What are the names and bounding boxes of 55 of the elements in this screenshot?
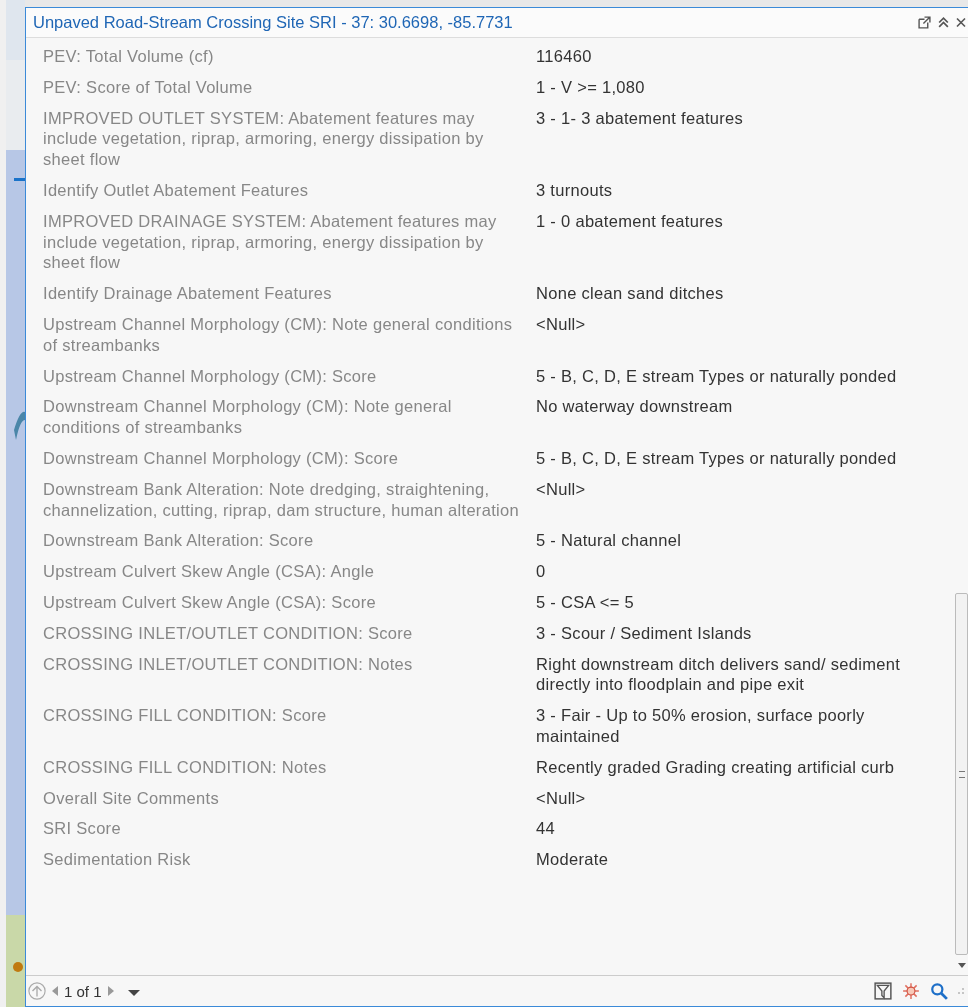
field-value: 3 - Fair - Up to 50% erosion, surface poorly maintained [536, 705, 866, 747]
field-value: Recently graded Grading creating artificial curb [536, 756, 896, 778]
field-value: No waterway downstream [536, 396, 734, 418]
field-value: 1 - 0 abatement features [536, 210, 724, 232]
field-value: <Null> [536, 478, 587, 500]
field-value: 3 - Scour / Sediment Islands [536, 622, 753, 644]
scroll-down-icon[interactable] [957, 963, 966, 969]
filter-icon[interactable] [874, 982, 892, 1000]
field-value: 0 [536, 561, 547, 582]
field-value: 116460 [536, 46, 593, 67]
caret-icon[interactable] [127, 990, 140, 997]
resize-grip-icon[interactable] [958, 988, 964, 994]
field-value: 3 - 1- 3 abatement features [536, 107, 745, 129]
field-label: Upstream Culvert Skew Angle (CSA): Angle [43, 561, 376, 582]
field-value: Moderate [536, 849, 610, 870]
field-label: Upstream Culvert Skew Angle (CSA): Score [43, 591, 377, 613]
field-value: Right downstream ditch delivers sand/ sediment directly into floodplain and pipe exit [536, 653, 902, 696]
field-label: Upstream Channel Morphology (CM): Note general conditions of streambanks [43, 313, 514, 356]
field-value: 5 - Natural channel [536, 530, 683, 552]
field-label: Downstream Channel Morphology (CM): Score [43, 447, 400, 469]
field-value: 3 turnouts [536, 180, 614, 201]
field-value: <Null> [536, 787, 587, 809]
field-value: 1 - V >= 1,080 [536, 76, 646, 98]
field-label: Overall Site Comments [43, 787, 220, 809]
field-label: IMPROVED OUTLET SYSTEM: Abatement features may include vegetation, riprap, armoring, energy dissipation by sheet flow [43, 107, 485, 170]
scrollbar-thumb[interactable] [955, 593, 968, 955]
pop-out-icon[interactable] [918, 16, 931, 29]
field-label: Identify Drainage Abatement Features [43, 283, 333, 304]
field-value: 5 - B, C, D, E stream Types or naturally ponded [536, 365, 898, 387]
field-label: IMPROVED DRAINAGE SYSTEM: Abatement features may include vegetation, riprap, armoring, energy dissipation by sheet flow [43, 210, 498, 274]
previous-icon[interactable] [52, 986, 58, 996]
next-icon[interactable] [107, 986, 114, 996]
field-label: CROSSING FILL CONDITION: Notes [43, 756, 328, 778]
field-label: PEV: Total Volume (cf) [43, 46, 215, 67]
field-label: CROSSING FILL CONDITION: Score [43, 705, 328, 727]
collapse-icon[interactable] [937, 16, 950, 29]
field-label: Upstream Channel Morphology (CM): Score [43, 365, 378, 387]
window-title: Unpaved Road-Stream Crossing Site SRI - 37: 30.6698, -85.7731 [33, 13, 513, 32]
field-value: 44 [536, 818, 556, 840]
field-label: Downstream Bank Alteration: Score [43, 530, 315, 552]
field-label: CROSSING INLET/OUTLET CONDITION: Notes [43, 653, 414, 675]
field-value: <Null> [536, 313, 587, 335]
field-label: CROSSING INLET/OUTLET CONDITION: Score [43, 622, 414, 644]
field-label: Identify Outlet Abatement Features [43, 180, 310, 201]
field-value: 5 - B, C, D, E stream Types or naturally ponded [536, 447, 898, 469]
field-value: None clean sand ditches [536, 283, 725, 304]
field-label: Downstream Bank Alteration: Note dredging, straightening, channelization, cutting, riprap, dam structure, human alteration [43, 478, 520, 521]
field-label: SRI Score [43, 818, 122, 840]
field-label: PEV: Score of Total Volume [43, 76, 254, 98]
field-label: Sedimentation Risk [43, 849, 192, 870]
field-label: Downstream Channel Morphology (CM): Note general conditions of streambanks [43, 396, 453, 438]
field-value: 5 - CSA <= 5 [536, 591, 636, 613]
zoom-to-icon[interactable] [930, 982, 948, 1000]
page-count: 1 of 1 [64, 982, 102, 1000]
close-icon[interactable] [956, 16, 966, 29]
